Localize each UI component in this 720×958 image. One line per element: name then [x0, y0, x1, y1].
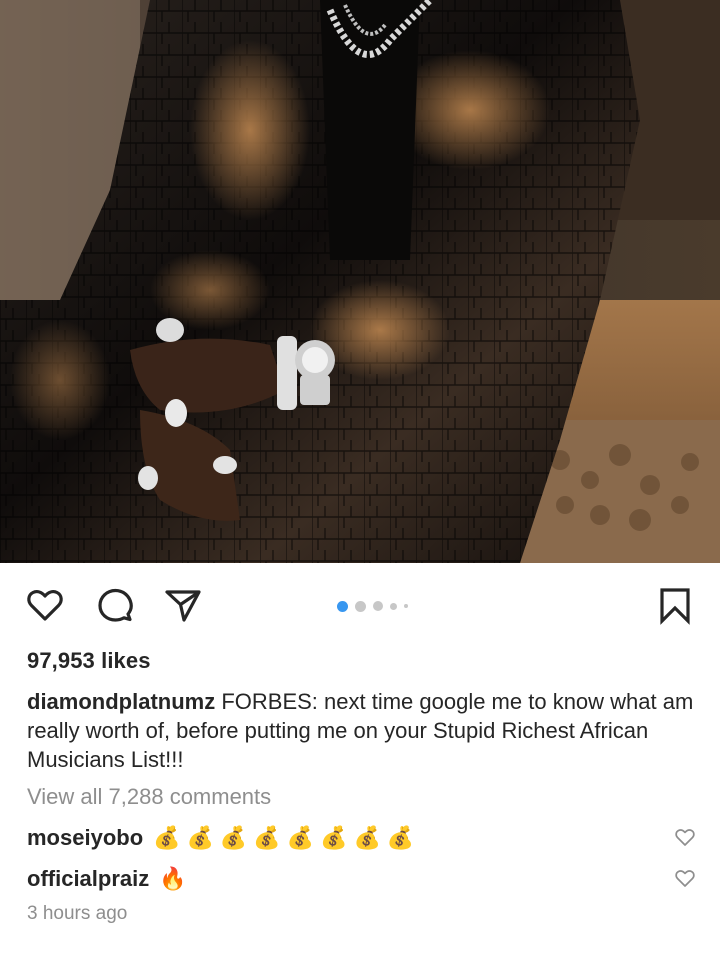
- carousel-dot: [373, 601, 383, 611]
- comment-row: moseiyobo 💰💰💰💰💰💰💰💰: [27, 821, 697, 855]
- speech-bubble-icon[interactable]: [95, 585, 135, 625]
- carousel-indicator: [337, 600, 408, 612]
- post-caption: diamondplatnumz FORBES: next time google…: [27, 687, 697, 774]
- comment-username[interactable]: officialpraiz: [27, 866, 149, 892]
- carousel-dot: [355, 600, 366, 612]
- post-timestamp: 3 hours ago: [27, 903, 128, 924]
- comment-username[interactable]: moseiyobo: [27, 825, 143, 851]
- bookmark-icon[interactable]: [655, 585, 695, 625]
- carousel-dot: [404, 604, 408, 608]
- post-photo-illustration: [0, 0, 720, 563]
- comment-row: officialpraiz 🔥: [27, 862, 697, 896]
- carousel-dot-active: [337, 600, 348, 612]
- post-photo[interactable]: [0, 0, 720, 563]
- likes-count[interactable]: 97,953 likes: [27, 648, 151, 674]
- paper-plane-icon[interactable]: [163, 585, 203, 625]
- view-all-comments-link[interactable]: View all 7,288 comments: [27, 784, 271, 810]
- carousel-dot: [390, 602, 397, 610]
- heart-outline-icon[interactable]: [25, 585, 65, 625]
- comment-text: 🔥: [159, 866, 193, 891]
- post-action-bar: [0, 563, 720, 647]
- comment-text: 💰💰💰💰💰💰💰💰: [153, 825, 421, 850]
- comment-like-heart-icon[interactable]: [674, 867, 696, 889]
- caption-username[interactable]: diamondplatnumz: [27, 689, 215, 714]
- comment-like-heart-icon[interactable]: [674, 826, 696, 848]
